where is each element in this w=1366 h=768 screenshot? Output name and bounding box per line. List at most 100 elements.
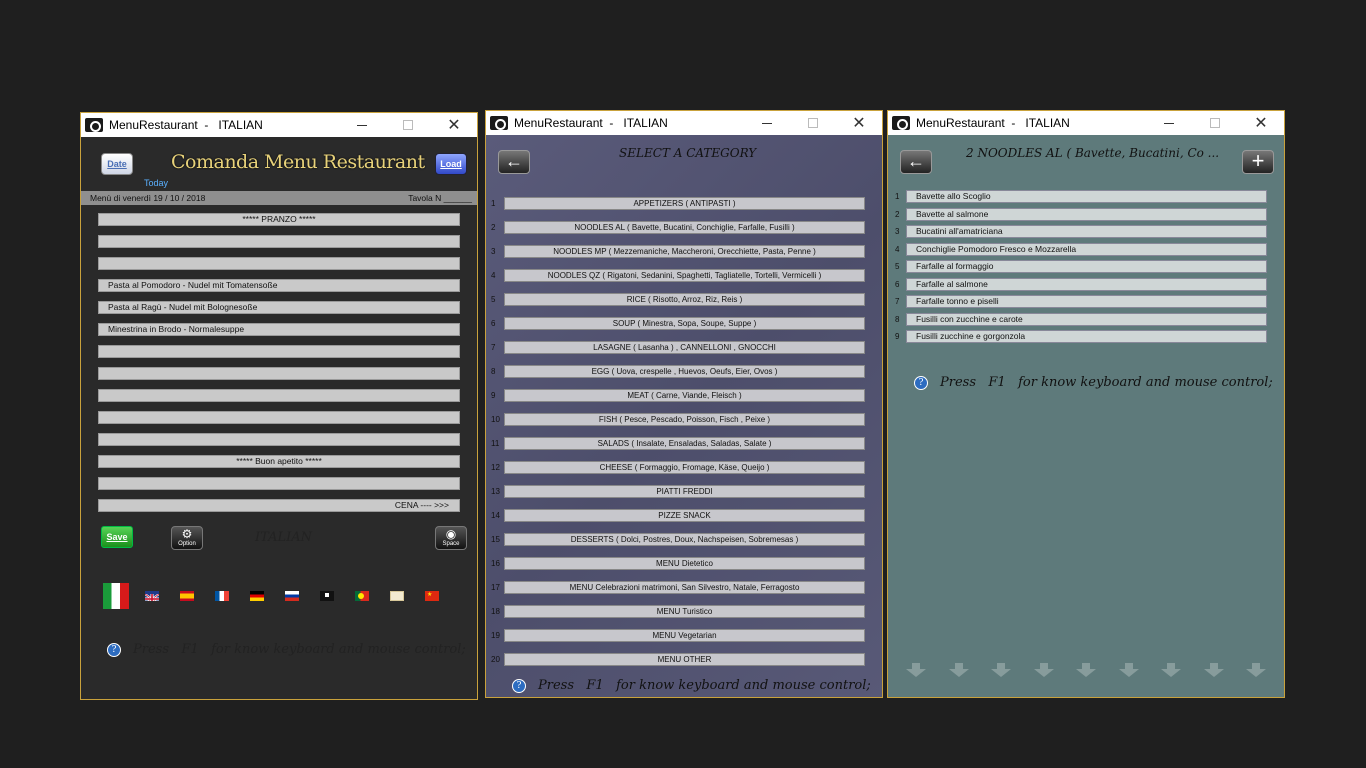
menu-line[interactable] bbox=[98, 345, 460, 358]
category-item[interactable]: 15 DESSERTS ( Dolci, Postres, Doux, Nachs… bbox=[486, 533, 882, 547]
spain-flag-icon[interactable] bbox=[180, 591, 194, 601]
china-flag-icon[interactable]: ★ bbox=[425, 591, 439, 601]
category-label[interactable]: SALADS ( Insalate, Ensaladas, Saladas, S… bbox=[504, 437, 865, 450]
category-label[interactable]: LASAGNE ( Lasanha ) , CANNELLONI , GNOCC… bbox=[504, 341, 865, 354]
load-button[interactable]: Load bbox=[435, 153, 467, 175]
greece-flag-icon[interactable] bbox=[390, 591, 404, 601]
dish-item[interactable]: 9 Fusilli zucchine e gorgonzola bbox=[888, 330, 1284, 344]
portugal-flag-icon[interactable] bbox=[355, 591, 369, 601]
help-icon[interactable]: ? bbox=[914, 375, 928, 390]
title-bar[interactable]: MenuRestaurant - ITALIAN ✕ bbox=[888, 111, 1284, 135]
back-button[interactable]: ← bbox=[900, 150, 932, 174]
menu-line[interactable] bbox=[98, 257, 460, 270]
dish-item[interactable]: 4 Conchiglie Pomodoro Fresco e Mozzarella bbox=[888, 242, 1284, 257]
category-item[interactable]: 19 MENU Vegetarian bbox=[486, 629, 882, 643]
italy-flag-icon[interactable] bbox=[103, 583, 129, 609]
category-label[interactable]: DESSERTS ( Dolci, Postres, Doux, Nachspe… bbox=[504, 533, 865, 546]
dish-label[interactable]: Farfalle tonno e piselli bbox=[906, 295, 1267, 308]
menu-line[interactable] bbox=[98, 411, 460, 424]
category-item[interactable]: 14 PIZZE SNACK bbox=[486, 509, 882, 523]
category-item[interactable]: 6 SOUP ( Minestra, Sopa, Soupe, Suppe ) bbox=[486, 317, 882, 331]
category-item[interactable]: 5 RICE ( Risotto, Arroz, Riz, Reis ) bbox=[486, 293, 882, 307]
today-link[interactable]: Today bbox=[144, 178, 168, 188]
help-icon[interactable]: ? bbox=[107, 642, 121, 657]
arrow-down-icon[interactable] bbox=[1118, 663, 1139, 677]
dish-item[interactable]: 6 Farfalle al salmone bbox=[888, 277, 1284, 292]
menu-line[interactable]: Minestrina in Brodo - Normalesuppe bbox=[98, 323, 460, 336]
menu-line[interactable]: ***** Buon apetito ***** bbox=[98, 455, 460, 468]
category-item[interactable]: 3 NOODLES MP ( Mezzemaniche, Maccheroni, … bbox=[486, 245, 882, 259]
close-button[interactable]: ✕ bbox=[836, 111, 882, 135]
dish-label[interactable]: Conchiglie Pomodoro Fresco e Mozzarella bbox=[906, 242, 1267, 256]
category-label[interactable]: MENU OTHER bbox=[504, 653, 865, 666]
option-button[interactable]: ⚙ Option bbox=[171, 526, 203, 550]
minimize-button[interactable] bbox=[744, 111, 790, 135]
category-label[interactable]: NOODLES AL ( Bavette, Bucatini, Conchigl… bbox=[504, 221, 865, 234]
dish-item[interactable]: 3 Bucatini all'amatriciana bbox=[888, 225, 1284, 239]
save-button[interactable]: Save bbox=[101, 526, 133, 548]
menu-line[interactable]: Pasta al Pomodoro - Nudel mit Tomatensoß… bbox=[98, 279, 460, 292]
category-item[interactable]: 12 CHEESE ( Formaggio, Fromage, Käse, Que… bbox=[486, 461, 882, 475]
dish-label[interactable]: Farfalle al salmone bbox=[906, 277, 1267, 291]
category-label[interactable]: APPETIZERS ( ANTIPASTI ) bbox=[504, 197, 865, 210]
category-label[interactable]: EGG ( Uova, crespelle , Huevos, Oeufs, E… bbox=[504, 365, 865, 378]
category-label[interactable]: FISH ( Pesce, Pescado, Poisson, Fisch , … bbox=[504, 413, 865, 426]
menu-line[interactable]: Pasta al Ragù - Nudel mit Bolognesoße bbox=[98, 301, 460, 314]
minimize-button[interactable] bbox=[1146, 111, 1192, 135]
dish-label[interactable]: Bucatini all'amatriciana bbox=[906, 225, 1267, 238]
dish-item[interactable]: 8 Fusilli con zucchine e carote bbox=[888, 312, 1284, 327]
category-item[interactable]: 18 MENU Turistico bbox=[486, 605, 882, 619]
category-item[interactable]: 2 NOODLES AL ( Bavette, Bucatini, Conchig… bbox=[486, 221, 882, 235]
category-item[interactable]: 8 EGG ( Uova, crespelle , Huevos, Oeufs, … bbox=[486, 365, 882, 379]
category-item[interactable]: 16 MENU Dietetico bbox=[486, 557, 882, 571]
category-label[interactable]: RICE ( Risotto, Arroz, Riz, Reis ) bbox=[504, 293, 865, 306]
dish-label[interactable]: Farfalle al formaggio bbox=[906, 260, 1267, 273]
dish-label[interactable]: Bavette allo Scoglio bbox=[906, 190, 1267, 203]
category-item[interactable]: 1 APPETIZERS ( ANTIPASTI ) bbox=[486, 197, 882, 211]
space-button[interactable]: ◉ Space bbox=[435, 526, 467, 550]
category-label[interactable]: MEAT ( Carne, Viande, Fleisch ) bbox=[504, 389, 865, 402]
maximize-button[interactable] bbox=[385, 113, 431, 137]
category-label[interactable]: MENU Celebrazioni matrimoni, San Silvest… bbox=[504, 581, 865, 594]
category-item[interactable]: 4 NOODLES QZ ( Rigatoni, Sedanini, Spaghe… bbox=[486, 269, 882, 283]
dinner-link[interactable]: CENA ---- >>> bbox=[98, 499, 460, 512]
dish-label[interactable]: Fusilli zucchine e gorgonzola bbox=[906, 330, 1267, 343]
arrow-down-icon[interactable] bbox=[1076, 663, 1096, 677]
category-label[interactable]: MENU Vegetarian bbox=[504, 629, 865, 642]
dish-item[interactable]: 7 Farfalle tonno e piselli bbox=[888, 295, 1284, 309]
menu-line[interactable] bbox=[98, 367, 460, 380]
germany-flag-icon[interactable] bbox=[250, 591, 264, 601]
arrow-down-icon[interactable] bbox=[1203, 663, 1224, 677]
maximize-button[interactable] bbox=[790, 111, 836, 135]
minimize-button[interactable] bbox=[339, 113, 385, 137]
menu-line[interactable] bbox=[98, 477, 460, 490]
close-button[interactable]: ✕ bbox=[1238, 111, 1284, 135]
dish-label[interactable]: Bavette al salmone bbox=[906, 207, 1267, 221]
maximize-button[interactable] bbox=[1192, 111, 1238, 135]
category-item[interactable]: 11 SALADS ( Insalate, Ensaladas, Saladas,… bbox=[486, 437, 882, 451]
arrow-down-icon[interactable] bbox=[948, 663, 969, 677]
arrow-down-icon[interactable] bbox=[1161, 663, 1181, 677]
close-button[interactable]: ✕ bbox=[431, 113, 477, 137]
menu-line[interactable]: ***** PRANZO ***** bbox=[98, 213, 460, 226]
category-label[interactable]: MENU Turistico bbox=[504, 605, 865, 618]
category-label[interactable]: NOODLES QZ ( Rigatoni, Sedanini, Spaghet… bbox=[504, 269, 865, 282]
category-label[interactable]: MENU Dietetico bbox=[504, 557, 865, 570]
category-item[interactable]: 20 MENU OTHER bbox=[486, 653, 882, 667]
dish-label[interactable]: Fusilli con zucchine e carote bbox=[906, 312, 1267, 326]
add-dish-button[interactable]: + bbox=[1242, 150, 1274, 174]
date-button[interactable]: Date bbox=[101, 153, 133, 175]
help-icon[interactable]: ? bbox=[512, 678, 526, 693]
dish-item[interactable]: 5 Farfalle al formaggio bbox=[888, 260, 1284, 274]
category-item[interactable]: 9 MEAT ( Carne, Viande, Fleisch ) bbox=[486, 389, 882, 403]
menu-line[interactable] bbox=[98, 389, 460, 402]
category-item[interactable]: 17 MENU Celebrazioni matrimoni, San Silve… bbox=[486, 581, 882, 595]
menu-line[interactable] bbox=[98, 235, 460, 248]
category-label[interactable]: PIZZE SNACK bbox=[504, 509, 865, 522]
arrow-down-icon[interactable] bbox=[1033, 663, 1054, 677]
category-label[interactable]: SOUP ( Minestra, Sopa, Soupe, Suppe ) bbox=[504, 317, 865, 330]
menu-line[interactable] bbox=[98, 433, 460, 446]
russia-flag-icon[interactable] bbox=[285, 591, 299, 601]
arabic-flag-icon[interactable] bbox=[320, 591, 334, 601]
uk-flag-icon[interactable] bbox=[145, 591, 159, 601]
